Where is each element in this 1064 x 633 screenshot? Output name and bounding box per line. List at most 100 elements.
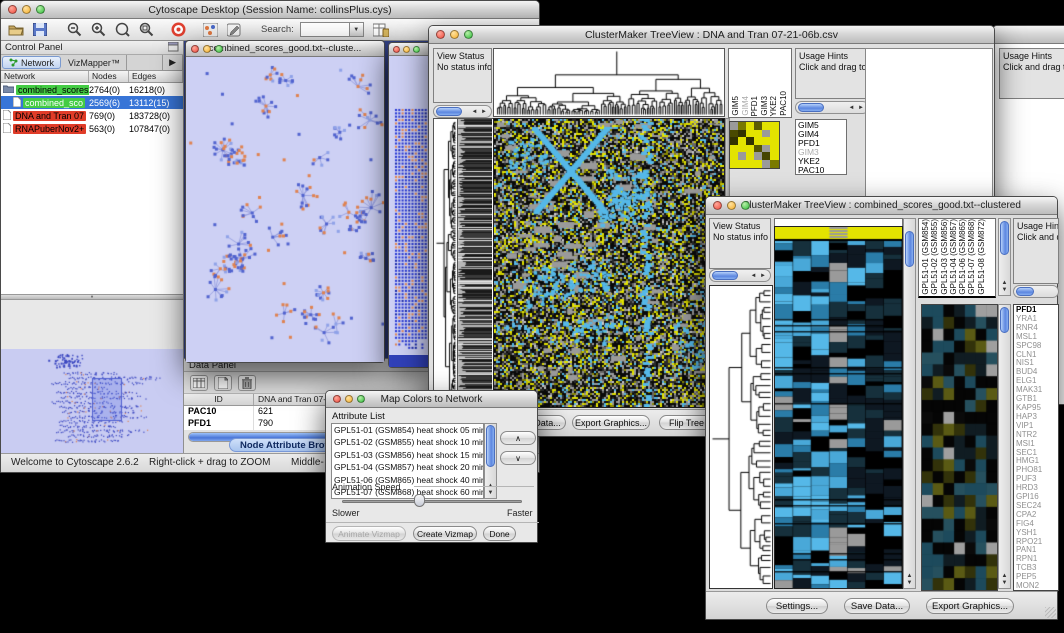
zoom-heatmap-cell[interactable] xyxy=(770,122,778,130)
delete-attribute-trash-icon[interactable] xyxy=(238,375,256,391)
column-label[interactable]: GIM3 xyxy=(760,96,770,116)
treeview2-titlebar[interactable]: ClusterMaker TreeView : combined_scores_… xyxy=(706,197,1057,215)
close-button[interactable] xyxy=(333,395,341,403)
zoom-heatmap-cell[interactable] xyxy=(770,145,778,153)
zoom-heatmap-cell[interactable] xyxy=(746,145,754,153)
minimize-button[interactable] xyxy=(727,201,736,210)
col-nodes[interactable]: Nodes xyxy=(89,71,129,82)
attribute-browser-icon[interactable] xyxy=(372,22,390,38)
zoom-heatmap-cell[interactable] xyxy=(762,160,770,168)
hscrollbar-thumb[interactable] xyxy=(798,103,824,112)
done-button[interactable]: Done xyxy=(483,526,516,541)
minimize-button[interactable] xyxy=(203,45,211,53)
hscrollbar-thumb[interactable] xyxy=(1016,287,1034,296)
move-down-button[interactable]: ∨ xyxy=(500,451,536,465)
zoom-heatmap-cell[interactable] xyxy=(762,122,770,130)
row-dendrogram[interactable] xyxy=(433,118,458,408)
vscrollbar-thumb[interactable] xyxy=(1000,307,1009,333)
zoom-heatmap-cell[interactable] xyxy=(754,137,762,145)
vscroll-arrows[interactable]: ▲▼ xyxy=(904,573,915,588)
close-button[interactable] xyxy=(713,201,722,210)
float-panel-icon[interactable] xyxy=(168,42,179,53)
vscrollbar-thumb[interactable] xyxy=(1000,221,1009,255)
annotation-icon[interactable] xyxy=(225,22,243,38)
hscrollbar-thumb[interactable] xyxy=(712,271,738,280)
usage-hints-hscrollbar[interactable]: ◄ ► xyxy=(795,101,869,114)
zoom-button[interactable] xyxy=(464,30,473,39)
network-list-row[interactable]: DNA and Tran 07769(0)183728(0) xyxy=(1,109,183,122)
resize-grip[interactable] xyxy=(1045,607,1056,618)
animate-vizmap-button[interactable]: Animate Vizmap xyxy=(332,526,406,541)
column-label[interactable]: GPL51-03 (GSM856) xyxy=(940,219,949,295)
main-heatmap-canvas[interactable] xyxy=(775,227,902,588)
column-label[interactable]: YKE2 xyxy=(769,96,779,116)
hscrollbar-thumb[interactable] xyxy=(436,107,462,116)
zoom-heatmap-cell[interactable] xyxy=(770,152,778,160)
zoom-heatmap-cell[interactable] xyxy=(730,137,738,145)
animation-speed-slider[interactable] xyxy=(342,500,522,503)
grid-network-titlebar[interactable] xyxy=(389,43,431,56)
zoom-button[interactable] xyxy=(357,395,365,403)
view-status-hscrollbar[interactable]: ◄ ► xyxy=(709,269,771,282)
column-labels-vscrollbar[interactable]: ▲▼ xyxy=(998,218,1011,296)
zoom-heatmap-cell[interactable] xyxy=(754,145,762,153)
zoom-button[interactable] xyxy=(215,45,223,53)
tab-network[interactable]: Network xyxy=(2,56,61,69)
close-button[interactable] xyxy=(436,30,445,39)
help-lifebuoy-icon[interactable] xyxy=(169,22,187,38)
zoom-heatmap-cell[interactable] xyxy=(746,122,754,130)
zoom-out-icon[interactable] xyxy=(65,22,83,38)
minimize-button[interactable] xyxy=(22,5,31,14)
new-attribute-icon[interactable] xyxy=(214,375,232,391)
close-button[interactable] xyxy=(8,5,17,14)
background-treeview-titlebar[interactable] xyxy=(993,26,1064,44)
column-dendrogram[interactable] xyxy=(493,48,725,117)
row-dendrogram[interactable] xyxy=(709,285,773,589)
zoom-heatmap-cell[interactable] xyxy=(762,137,770,145)
zoom-heatmap-cell[interactable] xyxy=(746,137,754,145)
dialog-titlebar[interactable]: Map Colors to Network xyxy=(326,391,537,408)
zoom-heatmap-cell[interactable] xyxy=(738,122,746,130)
main-heatmap[interactable] xyxy=(493,118,725,408)
col-id[interactable]: ID xyxy=(184,394,254,405)
zoom-heatmap-cell[interactable] xyxy=(730,160,738,168)
settings-button[interactable]: Settings... xyxy=(766,598,828,614)
row-dendrogram-canvas[interactable] xyxy=(710,286,772,588)
zoom-fit-icon[interactable] xyxy=(113,22,131,38)
zoom-heatmap-cell[interactable] xyxy=(730,122,738,130)
row-label-strip[interactable] xyxy=(458,118,494,408)
main-heatmap[interactable] xyxy=(774,226,903,589)
treeview1-titlebar[interactable]: ClusterMaker TreeView : DNA and Tran 07-… xyxy=(429,26,994,44)
zoom-heatmap-cell[interactable] xyxy=(730,130,738,138)
slider-thumb[interactable] xyxy=(414,494,425,507)
attribute-list-item[interactable]: GPL51-04 (GSM857) heat shock 20 min xyxy=(332,461,483,473)
zoom-heatmap-cell[interactable] xyxy=(770,160,778,168)
zoom-selected-icon[interactable] xyxy=(137,22,155,38)
zoom-heatmap-grid[interactable] xyxy=(729,121,780,169)
heatmap-vscrollbar[interactable]: ▲▼ xyxy=(903,218,916,589)
zoom-heatmap-cell[interactable] xyxy=(746,160,754,168)
vscrollbar-thumb[interactable] xyxy=(905,231,914,267)
zoom-heatmap-cell[interactable] xyxy=(754,122,762,130)
hscroll-arrows[interactable]: ◄ ► xyxy=(471,109,491,115)
view-status-hscrollbar[interactable]: ◄ ► xyxy=(433,105,492,118)
column-label[interactable]: GPL51-01 (GSM854) xyxy=(921,219,930,295)
main-titlebar[interactable]: Cytoscape Desktop (Session Name: collins… xyxy=(1,1,539,19)
column-label[interactable]: PAC10 xyxy=(779,91,789,116)
zoom-heatmap-canvas[interactable] xyxy=(922,305,997,590)
birdseye-view[interactable] xyxy=(1,349,183,453)
network-list-row[interactable]: combined_sco2569(6)13112(15) xyxy=(1,96,183,109)
export-graphics-button[interactable]: Export Graphics... xyxy=(572,415,650,430)
zoom-heatmap-cell[interactable] xyxy=(754,152,762,160)
zoom-heatmap-cell[interactable] xyxy=(762,145,770,153)
zoom-heatmap-cell[interactable] xyxy=(770,130,778,138)
column-label[interactable]: GPL51-02 (GSM855) xyxy=(930,219,939,295)
tab-vizmapper[interactable]: VizMapper™ xyxy=(62,55,127,70)
main-heatmap-canvas[interactable] xyxy=(494,119,724,407)
select-attributes-icon[interactable] xyxy=(190,375,208,391)
tabs-overflow-button[interactable]: ▶ xyxy=(162,55,183,70)
panel-splitter[interactable]: ● xyxy=(1,295,183,300)
network-list-row[interactable]: RNAPuberNov2+563(0)107847(0) xyxy=(1,122,183,135)
close-button[interactable] xyxy=(191,45,199,53)
zoom-heatmap-cell[interactable] xyxy=(730,145,738,153)
